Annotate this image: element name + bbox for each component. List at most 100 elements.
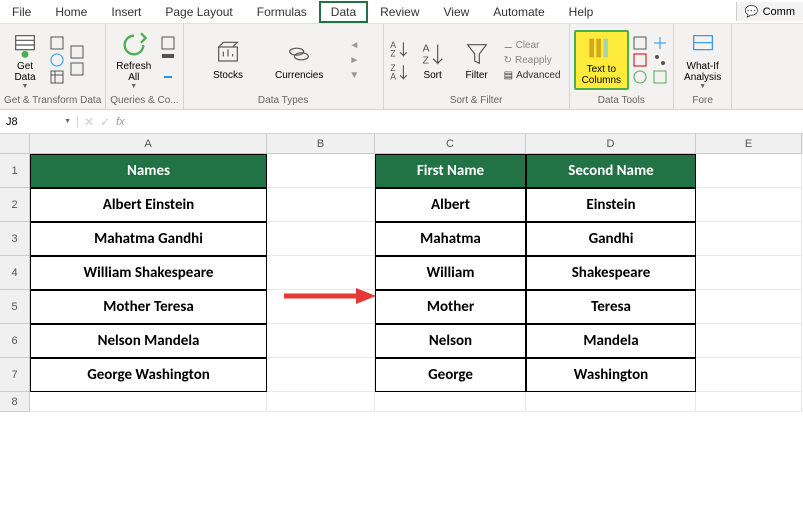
get-data-button[interactable]: GetData ▼: [4, 29, 46, 92]
cell-D5[interactable]: Teresa: [526, 290, 696, 324]
cell-C7[interactable]: George: [375, 358, 526, 392]
reapply-button[interactable]: ↻Reapply: [500, 54, 565, 67]
menu-review[interactable]: Review: [368, 1, 431, 23]
cell-C8[interactable]: [375, 392, 526, 412]
row-header-4[interactable]: 4: [0, 256, 30, 290]
cell-B3[interactable]: [267, 222, 375, 256]
sort-desc-icon[interactable]: ZA: [388, 61, 410, 83]
cell-D8[interactable]: [526, 392, 696, 412]
queries-icon[interactable]: [159, 35, 177, 51]
flash-fill-icon[interactable]: [631, 35, 649, 51]
relationships-icon[interactable]: [651, 52, 669, 68]
cell-B2[interactable]: [267, 188, 375, 222]
whatif-button[interactable]: What-IfAnalysis ▼: [678, 29, 727, 92]
cell-A8[interactable]: [30, 392, 267, 412]
cell-A2[interactable]: Albert Einstein: [30, 188, 267, 222]
menu-page-layout[interactable]: Page Layout: [153, 1, 244, 23]
row-header-1[interactable]: 1: [0, 154, 30, 188]
row-header-2[interactable]: 2: [0, 188, 30, 222]
cell-E4[interactable]: [696, 256, 802, 290]
cell-A4[interactable]: William Shakespeare: [30, 256, 267, 290]
cell-C2[interactable]: Albert: [375, 188, 526, 222]
fx-label[interactable]: fx: [116, 116, 125, 128]
cell-C3[interactable]: Mahatma: [375, 222, 526, 256]
sort-button[interactable]: AZ Sort: [412, 38, 454, 83]
col-header-E[interactable]: E: [696, 134, 802, 154]
nav-down-icon[interactable]: ▼: [349, 70, 359, 81]
cell-E1[interactable]: [696, 154, 802, 188]
cell-B6[interactable]: [267, 324, 375, 358]
chevron-down-icon: ▼: [22, 83, 29, 90]
data-validation-icon[interactable]: [631, 69, 649, 85]
comments-button[interactable]: 💬 Comm: [736, 2, 803, 21]
menu-data[interactable]: Data: [319, 1, 368, 23]
menu-formulas[interactable]: Formulas: [245, 1, 319, 23]
row-header-3[interactable]: 3: [0, 222, 30, 256]
cell-E3[interactable]: [696, 222, 802, 256]
cell-A1[interactable]: Names: [30, 154, 267, 188]
cell-A6[interactable]: Nelson Mandela: [30, 324, 267, 358]
cell-C1[interactable]: First Name: [375, 154, 526, 188]
cell-E6[interactable]: [696, 324, 802, 358]
row-header-6[interactable]: 6: [0, 324, 30, 358]
cell-C6[interactable]: Nelson: [375, 324, 526, 358]
menu-help[interactable]: Help: [557, 1, 606, 23]
cell-B5[interactable]: [267, 290, 375, 324]
from-text-icon[interactable]: [48, 35, 66, 51]
nav-right-icon[interactable]: ►: [349, 55, 359, 66]
menu-insert[interactable]: Insert: [99, 1, 153, 23]
cell-E7[interactable]: [696, 358, 802, 392]
col-header-B[interactable]: B: [267, 134, 375, 154]
cell-D4[interactable]: Shakespeare: [526, 256, 696, 290]
edit-links-icon[interactable]: [159, 69, 177, 85]
cell-A3[interactable]: Mahatma Gandhi: [30, 222, 267, 256]
row-header-7[interactable]: 7: [0, 358, 30, 392]
row-header-5[interactable]: 5: [0, 290, 30, 324]
select-all-corner[interactable]: [0, 134, 30, 154]
from-web-icon[interactable]: [48, 52, 66, 68]
cell-D2[interactable]: Einstein: [526, 188, 696, 222]
refresh-all-button[interactable]: RefreshAll ▼: [110, 29, 157, 92]
clear-button[interactable]: ⚊Clear: [500, 39, 565, 52]
cell-A7[interactable]: George Washington: [30, 358, 267, 392]
cell-D3[interactable]: Gandhi: [526, 222, 696, 256]
from-table-icon[interactable]: [48, 69, 66, 85]
currencies-button[interactable]: Currencies: [269, 38, 329, 83]
properties-icon[interactable]: [159, 52, 177, 68]
cell-C5[interactable]: Mother: [375, 290, 526, 324]
data-model-icon[interactable]: [651, 69, 669, 85]
cell-E8[interactable]: [696, 392, 802, 412]
existing-conn-icon[interactable]: [68, 61, 86, 77]
col-header-A[interactable]: A: [30, 134, 267, 154]
cell-D6[interactable]: Mandela: [526, 324, 696, 358]
recent-sources-icon[interactable]: [68, 44, 86, 60]
cancel-icon[interactable]: ✕: [84, 115, 94, 129]
cell-B8[interactable]: [267, 392, 375, 412]
cell-E5[interactable]: [696, 290, 802, 324]
cell-B7[interactable]: [267, 358, 375, 392]
row-header-8[interactable]: 8: [0, 392, 30, 412]
stocks-button[interactable]: Stocks: [207, 38, 249, 83]
filter-button[interactable]: Filter: [456, 38, 498, 83]
menu-view[interactable]: View: [432, 1, 482, 23]
cell-B1[interactable]: [267, 154, 375, 188]
text-to-columns-button[interactable]: Text toColumns: [574, 30, 629, 90]
cell-E2[interactable]: [696, 188, 802, 222]
nav-left-icon[interactable]: ◄: [349, 40, 359, 51]
confirm-icon[interactable]: ✓: [100, 115, 110, 129]
advanced-button[interactable]: ▤Advanced: [500, 69, 565, 82]
consolidate-icon[interactable]: [651, 35, 669, 51]
menu-home[interactable]: Home: [43, 1, 99, 23]
col-header-D[interactable]: D: [526, 134, 696, 154]
name-box[interactable]: J8 ▼: [0, 116, 78, 128]
cell-D7[interactable]: Washington: [526, 358, 696, 392]
cell-A5[interactable]: Mother Teresa: [30, 290, 267, 324]
menu-file[interactable]: File: [0, 1, 43, 23]
cell-D1[interactable]: Second Name: [526, 154, 696, 188]
cell-B4[interactable]: [267, 256, 375, 290]
sort-asc-icon[interactable]: AZ: [388, 38, 410, 60]
col-header-C[interactable]: C: [375, 134, 526, 154]
remove-dup-icon[interactable]: [631, 52, 649, 68]
menu-automate[interactable]: Automate: [481, 1, 556, 23]
cell-C4[interactable]: William: [375, 256, 526, 290]
